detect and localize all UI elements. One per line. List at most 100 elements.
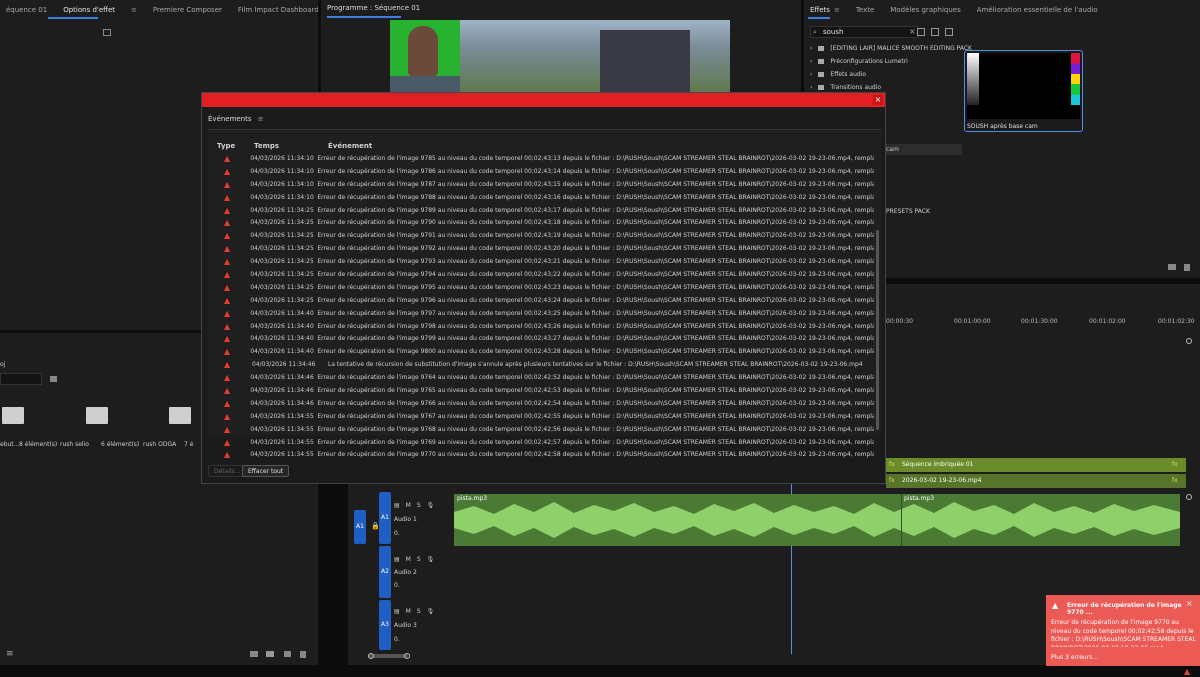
event-row[interactable]: ▲ 04/03/2026 11:34:40 Erreur de récupérati… [214,320,874,333]
folder-icon[interactable] [266,651,274,657]
event-row[interactable]: ▲ 04/03/2026 11:34:40 Erreur de récupérati… [214,345,874,358]
effects-search-field[interactable]: ⌕ soush × [810,26,918,38]
tab-graphics-templates[interactable]: Modèles graphiques [890,6,960,14]
solo-button[interactable]: S [417,502,421,509]
mute-button[interactable]: M [406,502,411,509]
tab-sequence[interactable]: équence 01 [6,6,47,14]
tab-effect-options[interactable]: Options d'effet [63,6,115,14]
warning-indicator-icon[interactable]: ▲ [1184,667,1190,676]
event-row[interactable]: ▲ 04/03/2026 11:34:10 Erreur de récupérati… [214,178,874,191]
sync-lock-icon[interactable]: ▤ [394,556,400,563]
bin-folder-icon[interactable] [2,407,24,424]
solo-button[interactable]: S [417,608,421,615]
error-toast[interactable]: ▲ Erreur de récupération de l'image 9770… [1046,595,1200,666]
col-header-event[interactable]: Événement [328,142,372,150]
clear-all-button[interactable]: Effacer tout [242,465,290,477]
event-row[interactable]: ▲ 04/03/2026 11:34:40 Erreur de récupérati… [214,332,874,345]
tree-item-editing-lair[interactable]: › [EDITING LAIR] MALICE SMOOTH EDITING P… [810,45,972,52]
source-patch-a1[interactable]: A1 [354,510,366,544]
panel-layout-icon[interactable] [103,29,111,36]
toast-close-icon[interactable]: × [1186,599,1193,608]
search-input[interactable]: soush [823,28,843,36]
event-row[interactable]: ▲ 04/03/2026 11:34:10 Erreur de récupérati… [214,152,874,165]
accelerated-icon[interactable] [917,28,925,36]
tree-item-selected[interactable]: cam [884,144,962,155]
tree-item-lumetri[interactable]: › Préconfigurations Lumetri [810,58,908,65]
trash-icon[interactable] [1184,264,1190,271]
hamburger-icon[interactable]: ≡ [258,115,264,123]
tab-premiere-composer[interactable]: Premiere Composer [153,6,222,14]
trash-icon[interactable] [300,651,306,658]
event-row[interactable]: ▲ 04/03/2026 11:34:10 Erreur de récupérati… [214,165,874,178]
events-scrollbar[interactable] [876,230,879,430]
track-target-a3[interactable]: A3 [379,600,391,650]
list-menu-icon[interactable]: ≡ [6,649,14,659]
event-row[interactable]: ▲ 04/03/2026 11:34:25 Erreur de récupérati… [214,268,874,281]
tab-film-impact[interactable]: Film Impact Dashboard [238,6,318,14]
zoom-handle-left[interactable] [368,653,374,659]
bin-folder-icon[interactable] [169,407,191,424]
audio-clip[interactable]: pista.mp3 pista.mp3 [454,494,1180,546]
event-row[interactable]: ▲ 04/03/2026 11:34:25 Erreur de récupérati… [214,255,874,268]
volume-value[interactable]: 0. [394,530,400,537]
col-header-time[interactable]: Temps [254,142,279,150]
yuv-icon[interactable] [945,28,953,36]
tab-text[interactable]: Texte [856,6,874,14]
dialog-titlebar[interactable]: × [202,93,885,107]
bin-folder-icon[interactable] [86,407,108,424]
video-clip-mp4[interactable]: fx 2026-03-02 19-23-06.mp4 fx [886,474,1186,488]
event-row[interactable]: ▲ 04/03/2026 11:34:25 Erreur de récupérati… [214,242,874,255]
event-row[interactable]: ▲ 04/03/2026 11:34:40 Erreur de récupérati… [214,307,874,320]
mute-button[interactable]: M [406,556,411,563]
event-row[interactable]: ▲ 04/03/2026 11:34:55 Erreur de récupérati… [214,423,874,436]
vertical-scroll-handle[interactable] [1186,338,1192,344]
preset-preview-card[interactable]: SOUSH après base cam [964,50,1083,132]
sync-lock-icon[interactable]: ▤ [394,502,400,509]
event-row[interactable]: ▲ 04/03/2026 11:34:55 Erreur de récupérati… [214,410,874,423]
vertical-scroll-handle[interactable] [1186,494,1192,500]
volume-value[interactable]: 0. [394,636,400,643]
event-row[interactable]: ▲ 04/03/2026 11:34:46 Erreur de récupérati… [214,384,874,397]
event-row[interactable]: ▲ 04/03/2026 11:34:25 Erreur de récupérati… [214,229,874,242]
32bit-icon[interactable] [931,28,939,36]
sync-lock-icon[interactable]: ▤ [394,608,400,615]
solo-button[interactable]: S [417,556,421,563]
event-row[interactable]: ▲ 04/03/2026 11:34:46 Erreur de récupérati… [214,371,874,384]
horizontal-scrollbar[interactable] [368,654,408,658]
tab-essential-audio[interactable]: Amélioration essentielle de l'audio [977,6,1098,14]
event-row[interactable]: ▲ 04/03/2026 11:34:25 Erreur de récupérati… [214,294,874,307]
event-row[interactable]: ▲ 04/03/2026 11:34:25 Erreur de récupérati… [214,281,874,294]
zoom-handle-right[interactable] [404,653,410,659]
new-item-icon[interactable] [284,651,291,657]
toast-more-link[interactable]: Plus 3 erreurs... [1051,654,1098,661]
event-row[interactable]: ▲ 04/03/2026 11:34:25 Erreur de récupérati… [214,216,874,229]
event-row[interactable]: ▲ 04/03/2026 11:34:46 Erreur de récupérati… [214,397,874,410]
clear-search-icon[interactable]: × [909,27,916,36]
track-target-a1[interactable]: A1 [379,492,391,544]
event-row[interactable]: ▲ 04/03/2026 11:34:10 Erreur de récupérati… [214,191,874,204]
volume-value[interactable]: 0. [394,582,400,589]
event-row[interactable]: ▲ 04/03/2026 11:34:55 Erreur de récupérati… [214,436,874,449]
col-header-type[interactable]: Type [217,142,235,150]
close-icon[interactable]: × [873,95,883,105]
event-row[interactable]: ▲ 04/03/2026 11:34:46 La tentative de récu… [214,358,874,371]
video-clip-nested[interactable]: fx Séquence imbriquée 01 fx [886,458,1186,472]
tree-item-audio-transitions[interactable]: › Transitions audio [810,84,881,91]
event-row[interactable]: ▲ 04/03/2026 11:34:55 Erreur de récupérati… [214,448,874,461]
mic-icon[interactable]: 🎙 [427,608,435,615]
event-message: Erreur de récupération de l'image 9798 a… [317,322,874,330]
mute-button[interactable]: M [406,608,411,615]
new-bin-icon[interactable] [50,376,57,382]
mic-icon[interactable]: 🎙 [427,556,435,563]
event-row[interactable]: ▲ 04/03/2026 11:34:25 Erreur de récupérati… [214,204,874,217]
track-target-a2[interactable]: A2 [379,546,391,598]
tab-effects[interactable]: Effets [810,6,830,14]
mic-icon[interactable]: 🎙 [427,502,435,509]
tree-item-audio-effects[interactable]: › Effets audio [810,71,866,78]
new-bin-bottom-icon[interactable] [250,651,258,657]
hamburger-icon[interactable]: ≡ [131,6,137,14]
hamburger-icon[interactable]: ≡ [834,6,840,14]
project-search-input[interactable] [0,373,42,385]
details-button[interactable]: Détails... [208,465,247,477]
new-folder-icon[interactable] [1168,264,1176,270]
